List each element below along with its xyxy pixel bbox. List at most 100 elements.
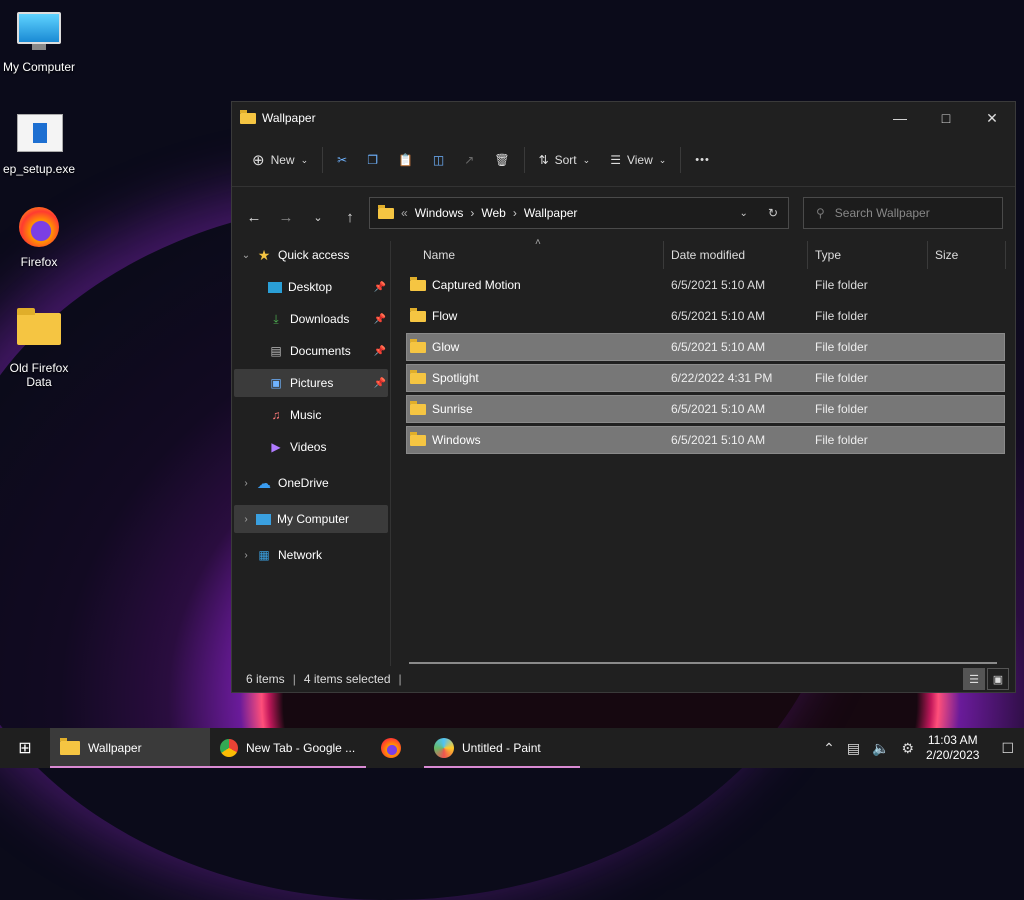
desktop-icon-my-computer[interactable]: My Computer	[0, 10, 78, 74]
share-button[interactable]: ↗	[454, 144, 484, 176]
clock[interactable]: 11:03 AM 2/20/2023	[926, 733, 979, 763]
status-divider: |	[292, 672, 296, 686]
search-icon: ⚲	[816, 206, 825, 220]
table-row[interactable]: Windows 6/5/2021 5:10 AM File folder	[406, 426, 1005, 454]
refresh-icon[interactable]: ↻	[768, 206, 778, 220]
pin-icon[interactable]: 📌	[374, 378, 386, 389]
clock-time: 11:03 AM	[927, 733, 978, 747]
new-button[interactable]: ⊕ New ⌄	[242, 144, 318, 176]
table-row[interactable]: Flow 6/5/2021 5:10 AM File folder	[407, 303, 1004, 329]
view-button[interactable]: ☰ View ⌄	[600, 144, 676, 176]
chevron-right-icon[interactable]: ›	[236, 478, 256, 489]
table-row[interactable]: Captured Motion 6/5/2021 5:10 AM File fo…	[407, 272, 1004, 298]
chevron-right-icon[interactable]: ›	[470, 206, 474, 220]
notification-icon[interactable]: ☐	[1001, 740, 1014, 757]
tiles-view-button[interactable]: ▣	[987, 668, 1009, 690]
table-row[interactable]: Glow 6/5/2021 5:10 AM File folder	[406, 333, 1005, 361]
chevron-right-icon[interactable]: ›	[236, 550, 256, 561]
gear-icon[interactable]: ⚙	[901, 740, 914, 757]
breadcrumb-item[interactable]: Wallpaper	[524, 206, 578, 220]
paste-button[interactable]: 📋	[388, 144, 423, 176]
details-view-button[interactable]: ☰	[963, 668, 985, 690]
desktop-icon-old-firefox-data[interactable]: Old Firefox Data	[0, 305, 78, 389]
copy-button[interactable]: ❐	[357, 144, 388, 176]
taskbar-item-firefox[interactable]	[366, 728, 424, 768]
column-header-row: Name Date modified Type Size ˄	[407, 237, 1007, 269]
file-name: Flow	[432, 309, 458, 323]
title-bar[interactable]: Wallpaper — □ ✕	[232, 102, 1015, 134]
chevron-up-icon[interactable]: ⌃	[823, 740, 835, 757]
cloud-icon: ☁	[257, 474, 271, 491]
up-button[interactable]: ↑	[334, 201, 366, 233]
back-button[interactable]: ←	[238, 201, 270, 233]
delete-button[interactable]: 🗑	[484, 144, 519, 176]
file-list: Name Date modified Type Size ˄ Captured …	[406, 237, 1007, 666]
cut-button[interactable]: ✂	[327, 144, 357, 176]
computer-icon	[256, 513, 271, 525]
nav-label: Pictures	[290, 376, 334, 390]
sort-button[interactable]: ⇅ Sort ⌄	[529, 144, 601, 176]
taskbar-label: Wallpaper	[88, 741, 142, 755]
nav-item-pictures[interactable]: ▣ Pictures 📌	[234, 369, 388, 397]
file-explorer-window: Wallpaper — □ ✕ ⊕ New ⌄ ✂ ❐ 📋 ◫ ↗ 🗑 ⇅ So…	[231, 101, 1016, 693]
minimize-button[interactable]: —	[877, 102, 923, 134]
file-date: 6/5/2021 5:10 AM	[671, 278, 766, 292]
pin-icon[interactable]: 📌	[374, 282, 386, 293]
folder-icon	[60, 738, 80, 755]
pin-icon[interactable]: 📌	[374, 346, 386, 357]
sort-icon: ⇅	[538, 153, 549, 167]
table-row[interactable]: Sunrise 6/5/2021 5:10 AM File folder	[406, 395, 1005, 423]
chevron-down-icon[interactable]: ⌄	[236, 250, 256, 261]
network-icon[interactable]: ▤	[847, 740, 860, 757]
separator	[322, 147, 324, 173]
rename-button[interactable]: ◫	[423, 144, 454, 176]
table-row[interactable]: Spotlight 6/22/2022 4:31 PM File folder	[406, 364, 1005, 392]
recent-locations-button[interactable]: ⌄	[302, 201, 334, 233]
download-icon: ⤓	[273, 311, 279, 326]
file-date: 6/22/2022 4:31 PM	[671, 371, 773, 385]
nav-network[interactable]: › ▦ Network	[234, 541, 388, 569]
address-bar[interactable]: « Windows › Web › Wallpaper ⌄ ↻	[369, 197, 789, 229]
column-header-size[interactable]: Size	[928, 241, 1006, 269]
nav-my-computer[interactable]: › My Computer	[234, 505, 388, 533]
firefox-icon	[381, 738, 401, 758]
plus-circle-icon: ⊕	[252, 152, 265, 169]
nav-onedrive[interactable]: › ☁ OneDrive	[234, 469, 388, 497]
search-box[interactable]: ⚲ Search Wallpaper	[803, 197, 1003, 229]
address-dropdown-icon[interactable]: ⌄	[740, 208, 748, 219]
windows-logo-icon: ⊞	[18, 740, 32, 757]
close-button[interactable]: ✕	[969, 102, 1015, 134]
speaker-icon[interactable]: 🔈	[872, 740, 889, 757]
nav-quick-access[interactable]: ⌄ ★ Quick access	[234, 241, 388, 269]
pictures-icon: ▣	[270, 376, 282, 390]
nav-label: Downloads	[290, 312, 350, 326]
nav-item-music[interactable]: ♫ Music	[234, 401, 388, 429]
start-button[interactable]: ⊞	[0, 728, 50, 768]
pin-icon[interactable]: 📌	[374, 314, 386, 325]
column-header-type[interactable]: Type	[808, 241, 928, 269]
chevron-right-icon[interactable]: ›	[513, 206, 517, 220]
nav-item-documents[interactable]: ▤ Documents 📌	[234, 337, 388, 365]
maximize-button[interactable]: □	[923, 102, 969, 134]
desktop-icon-label: Old Firefox Data	[9, 361, 69, 389]
nav-item-downloads[interactable]: ⤓ Downloads 📌	[234, 305, 388, 333]
nav-item-desktop[interactable]: Desktop 📌	[234, 273, 388, 301]
more-options-button[interactable]: •••	[685, 144, 720, 176]
clock-date: 2/20/2023	[926, 748, 980, 762]
taskbar-item-wallpaper[interactable]: Wallpaper	[50, 728, 210, 768]
forward-button[interactable]: →	[270, 201, 302, 233]
file-type: File folder	[815, 278, 868, 292]
chevron-right-icon[interactable]: ›	[236, 514, 256, 525]
desktop-icon-firefox[interactable]: Firefox	[0, 205, 78, 269]
item-count: 6 items	[246, 672, 285, 686]
desktop-icon-ep-setup[interactable]: ep_setup.exe	[0, 110, 78, 176]
taskbar-item-paint[interactable]: Untitled - Paint	[424, 728, 580, 768]
breadcrumb-item[interactable]: Web	[481, 206, 505, 220]
horizontal-scrollbar[interactable]	[409, 662, 997, 664]
overflow-chevron-icon[interactable]: «	[401, 206, 408, 220]
column-header-date[interactable]: Date modified	[664, 241, 808, 269]
breadcrumb-item[interactable]: Windows	[415, 206, 464, 220]
nav-item-videos[interactable]: ▶ Videos	[234, 433, 388, 461]
tiles-view-icon: ▣	[992, 673, 1004, 686]
taskbar-item-chrome[interactable]: New Tab - Google ...	[210, 728, 366, 768]
